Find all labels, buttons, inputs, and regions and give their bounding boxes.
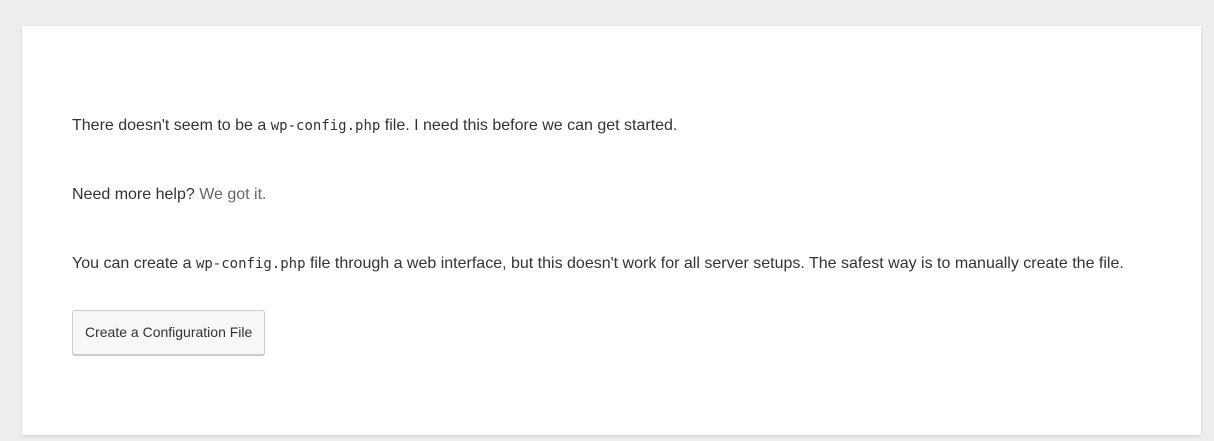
instructions-text-before: You can create a (72, 254, 196, 272)
help-line: Need more help? We got it. (72, 183, 1151, 208)
missing-config-text-after: file. I need this before we can get star… (380, 117, 678, 134)
create-instructions: You can create a wp-config.php file thro… (72, 252, 1151, 277)
setup-card: There doesn't seem to be a wp-config.php… (22, 26, 1201, 435)
help-link[interactable]: We got it. (199, 186, 266, 203)
create-configuration-file-button[interactable]: Create a Configuration File (72, 310, 266, 356)
instructions-text-after: file through a web interface, but this d… (305, 254, 1124, 272)
missing-config-text-before: There doesn't seem to be a (72, 117, 271, 134)
missing-config-message: There doesn't seem to be a wp-config.php… (72, 114, 1151, 139)
config-filename: wp-config.php (270, 118, 381, 134)
instructions-filename: wp-config.php (195, 255, 306, 272)
help-prompt: Need more help? (72, 185, 195, 203)
